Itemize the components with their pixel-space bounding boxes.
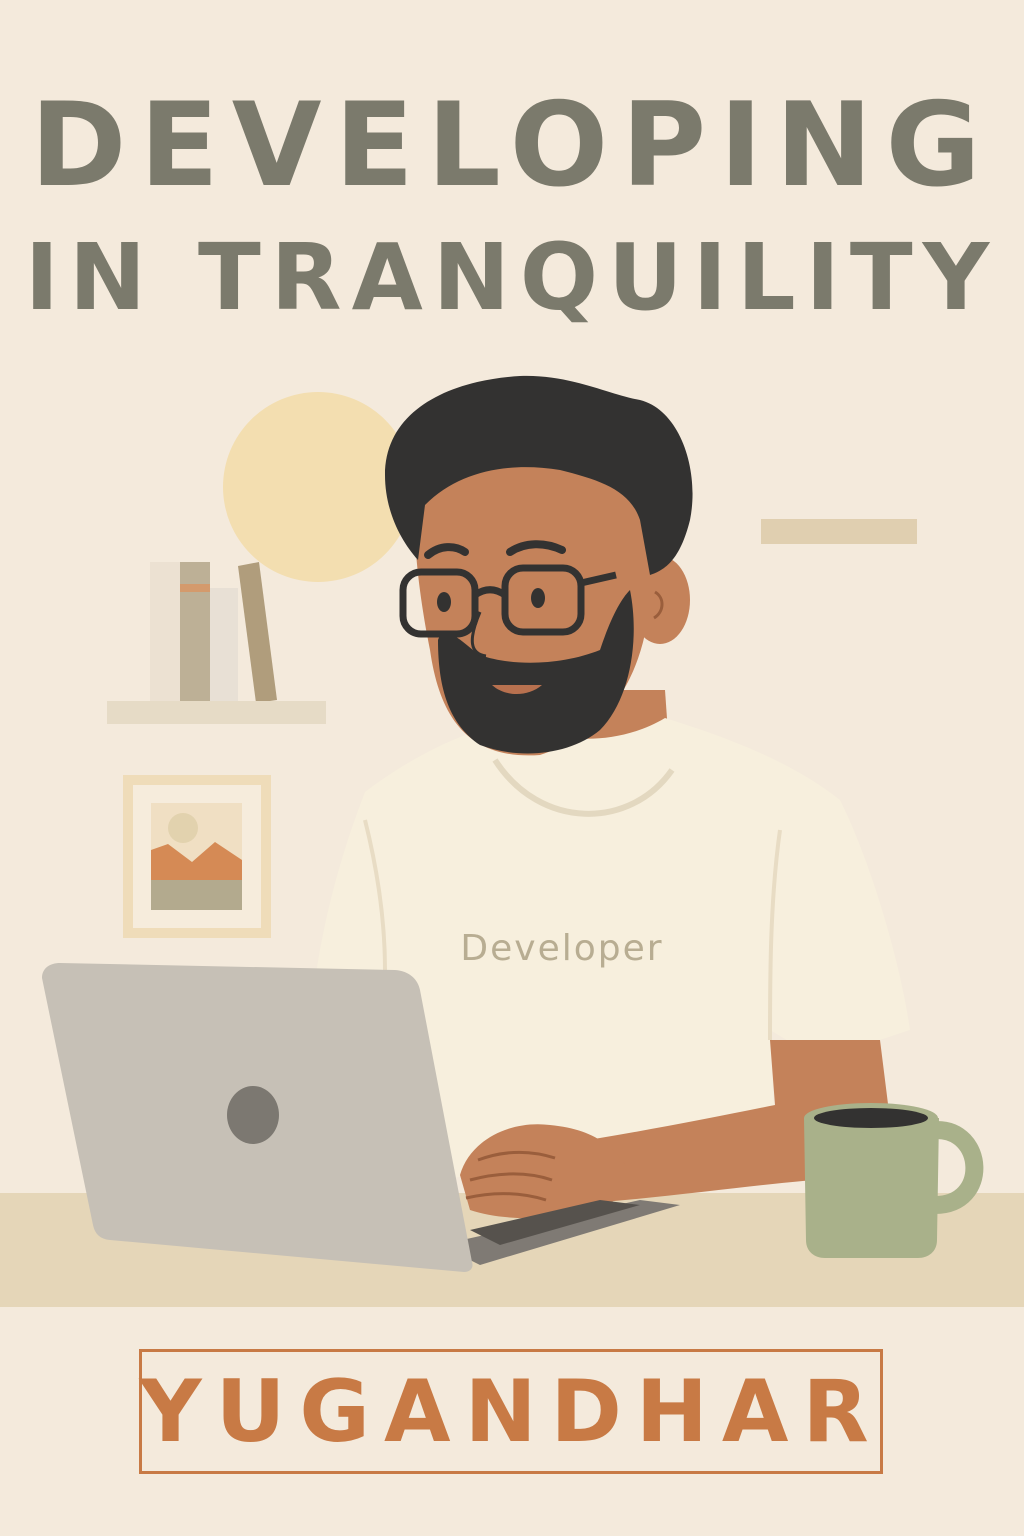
shelf (107, 701, 326, 724)
book-band (180, 584, 210, 592)
book-cover: DEVELOPING IN TRANQUILITY Developer YUGA… (0, 0, 1024, 1536)
sun-circle (223, 392, 413, 582)
shirt-text: Developer (460, 928, 663, 969)
leaning-book (238, 562, 277, 703)
author-name: YUGANDHAR (139, 1361, 883, 1462)
book (180, 562, 210, 702)
illustration: Developer (0, 375, 1024, 1307)
apple-logo-icon (227, 1086, 279, 1144)
book (210, 588, 238, 702)
book (150, 562, 180, 702)
picture-frame (123, 775, 271, 938)
wall-shelf-line (761, 519, 917, 544)
author-box: YUGANDHAR (139, 1349, 883, 1474)
bookshelf (107, 562, 326, 724)
